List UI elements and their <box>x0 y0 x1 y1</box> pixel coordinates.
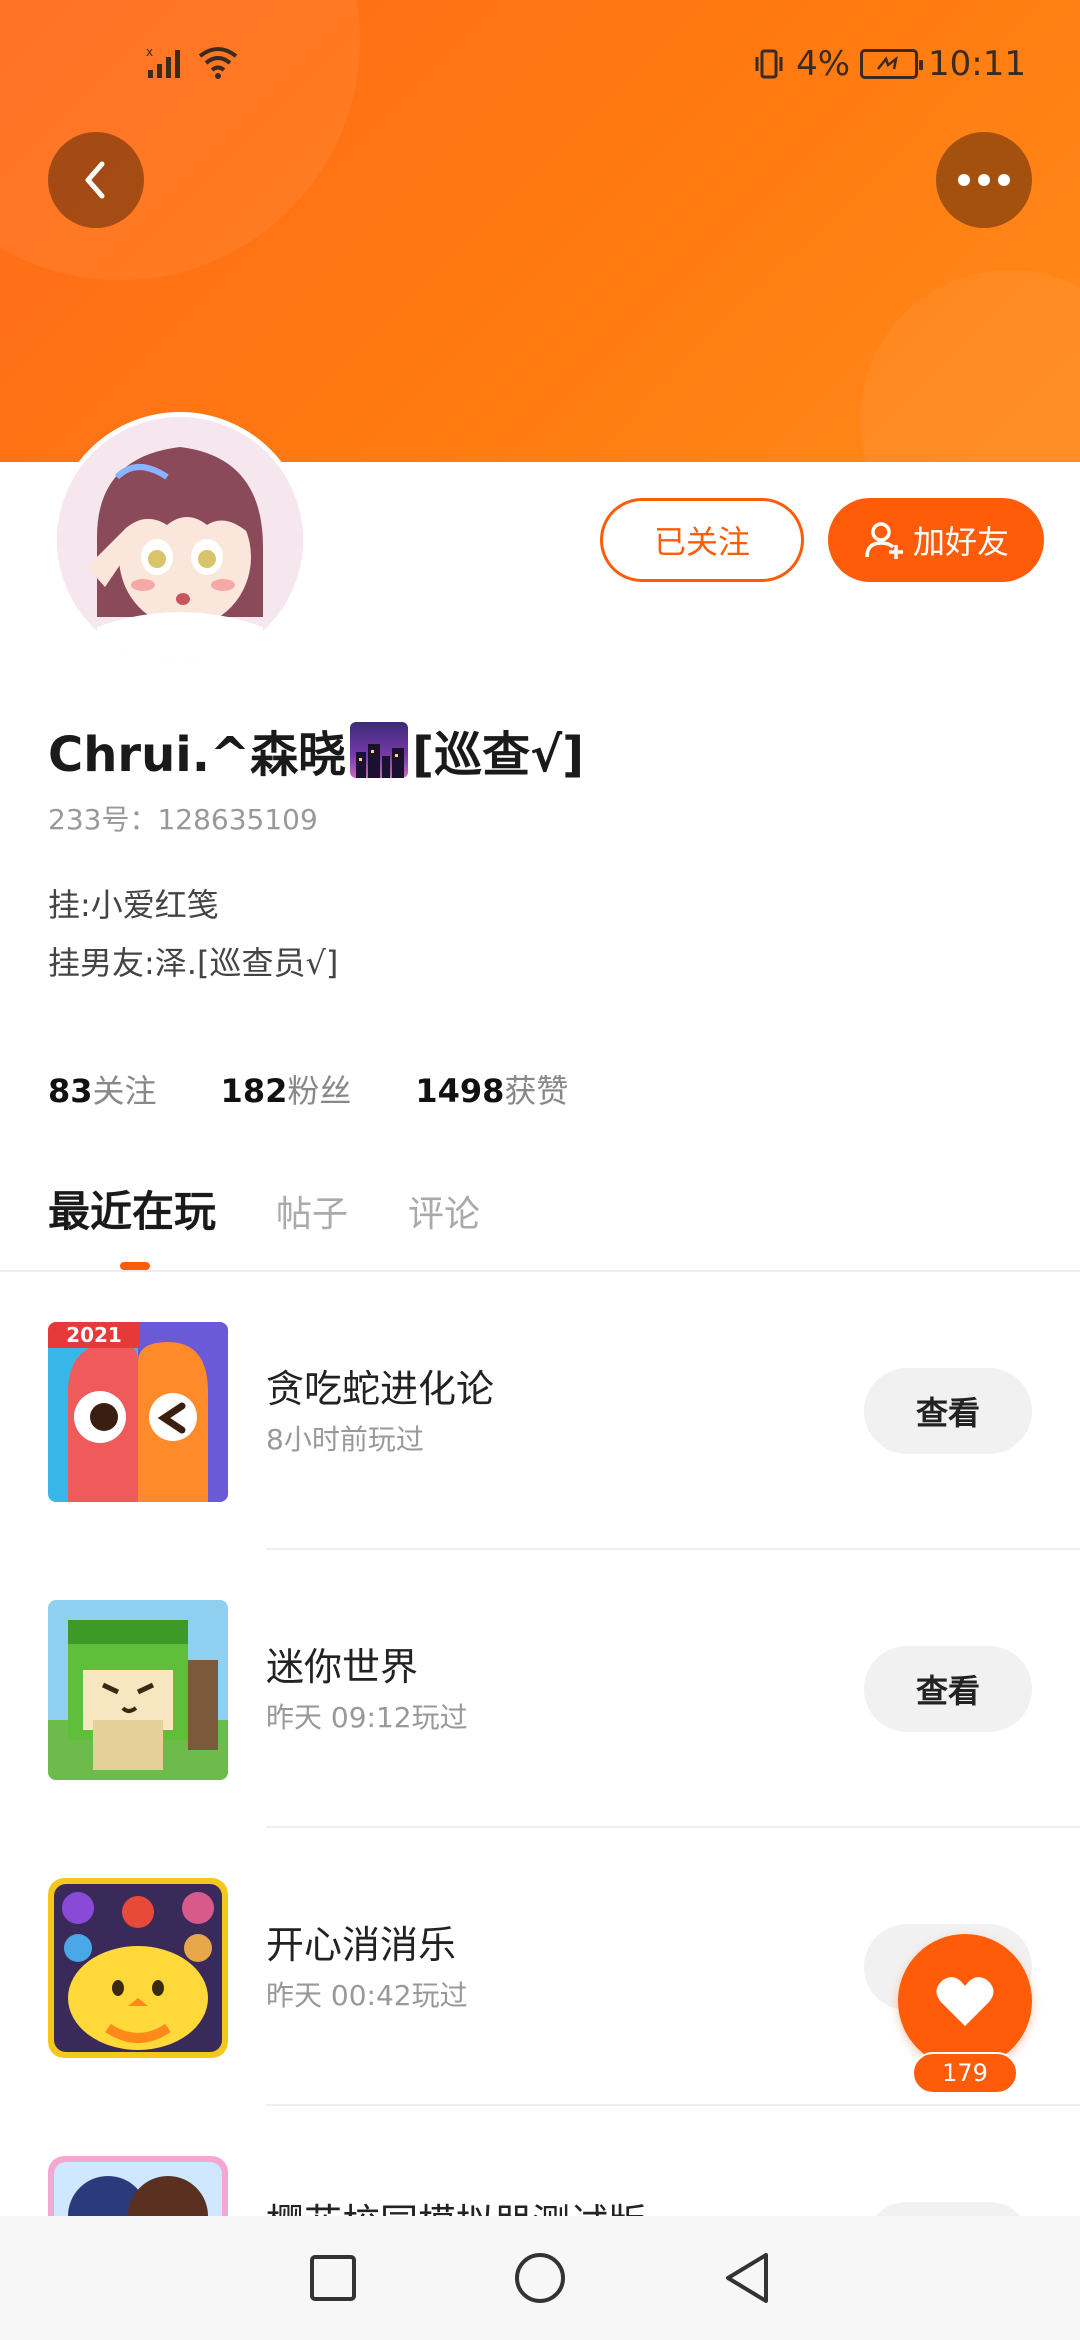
home-button[interactable] <box>508 2246 572 2310</box>
last-played-time: 昨天 09:12玩过 <box>266 1701 468 1734</box>
battery-percent: 4% <box>796 44 851 84</box>
battery-icon <box>860 49 924 79</box>
status-right: 4% 10:11 <box>752 44 1026 84</box>
bio: 挂:小爱红笺 挂男友:泽.[巡查员√] <box>48 876 338 992</box>
list-item[interactable]: 迷你世界 昨天 09:12玩过 查看 <box>0 1550 1080 1828</box>
square-icon <box>310 2255 357 2301</box>
username: Chrui.^森晓 [巡查√] <box>48 715 584 785</box>
svg-text:x: x <box>146 45 153 59</box>
view-button[interactable]: 查看 <box>864 1368 1032 1454</box>
profile-stats: 83关注 182粉丝 1498获赞 <box>48 1066 568 1112</box>
game-badge: 2021 <box>66 1323 122 1347</box>
system-back-button[interactable] <box>715 2246 779 2310</box>
tab-comments[interactable]: 评论 <box>408 1185 480 1237</box>
list-item[interactable]: 2021 贪吃蛇进化论 8小时前玩过 查看 <box>0 1272 1080 1550</box>
game-name: 贪吃蛇进化论 <box>266 1367 495 1411</box>
status-bar: x 4% 10:11 <box>0 0 1080 130</box>
user-id: 233号：128635109 <box>48 803 318 836</box>
heart-icon <box>936 1977 994 2026</box>
chevron-left-icon <box>85 161 105 199</box>
bio-line: 挂男友:泽.[巡查员√] <box>48 944 339 982</box>
view-button[interactable]: 查看 <box>864 1646 1032 1732</box>
like-button[interactable] <box>898 1934 1032 2068</box>
recent-apps-button[interactable] <box>301 2246 365 2310</box>
circle-icon <box>514 2253 565 2303</box>
clock: 10:11 <box>928 44 1026 84</box>
triangle-back-icon <box>725 2253 768 2303</box>
anime-avatar-image <box>57 417 303 663</box>
username-text: Chrui.^森晓 <box>48 727 347 783</box>
game-icon-happy-elimination <box>48 1878 228 2058</box>
stat-fans[interactable]: 182粉丝 <box>221 1066 352 1112</box>
username-badge: [巡查√] <box>412 727 585 783</box>
game-icon-mini-world <box>48 1600 228 1780</box>
game-name: 开心消消乐 <box>266 1923 457 1967</box>
game-name: 迷你世界 <box>266 1645 419 1689</box>
wifi-icon <box>198 47 238 79</box>
bio-line: 挂:小爱红笺 <box>48 886 219 924</box>
game-icon-snake: 2021 <box>48 1322 228 1502</box>
last-played-time: 8小时前玩过 <box>266 1423 424 1456</box>
tab-indicator <box>120 1262 150 1270</box>
add-user-icon <box>865 522 903 559</box>
tab-posts[interactable]: 帖子 <box>276 1185 348 1237</box>
tab-recently-played[interactable]: 最近在玩 <box>48 1178 216 1239</box>
ellipsis-icon <box>958 174 1010 186</box>
system-nav-bar <box>0 2216 1080 2340</box>
stat-following[interactable]: 83关注 <box>48 1066 157 1112</box>
more-options-button[interactable] <box>936 132 1032 228</box>
vibrate-icon <box>755 49 783 79</box>
city-night-emoji-icon <box>350 722 409 778</box>
add-friend-button[interactable]: 加好友 <box>828 498 1044 582</box>
last-played-time: 昨天 00:42玩过 <box>266 1979 468 2012</box>
status-left: x <box>146 44 240 80</box>
add-friend-label: 加好友 <box>912 523 1009 561</box>
like-count: 179 <box>912 2052 1018 2094</box>
stat-likes: 1498获赞 <box>415 1072 569 1110</box>
avatar[interactable] <box>52 412 308 668</box>
following-button[interactable]: 已关注 <box>600 498 804 582</box>
back-button[interactable] <box>48 132 144 228</box>
cell-signal-icon: x <box>146 45 180 78</box>
header-decoration <box>860 270 1080 462</box>
profile-tabs: 最近在玩 帖子 评论 <box>48 1178 480 1239</box>
